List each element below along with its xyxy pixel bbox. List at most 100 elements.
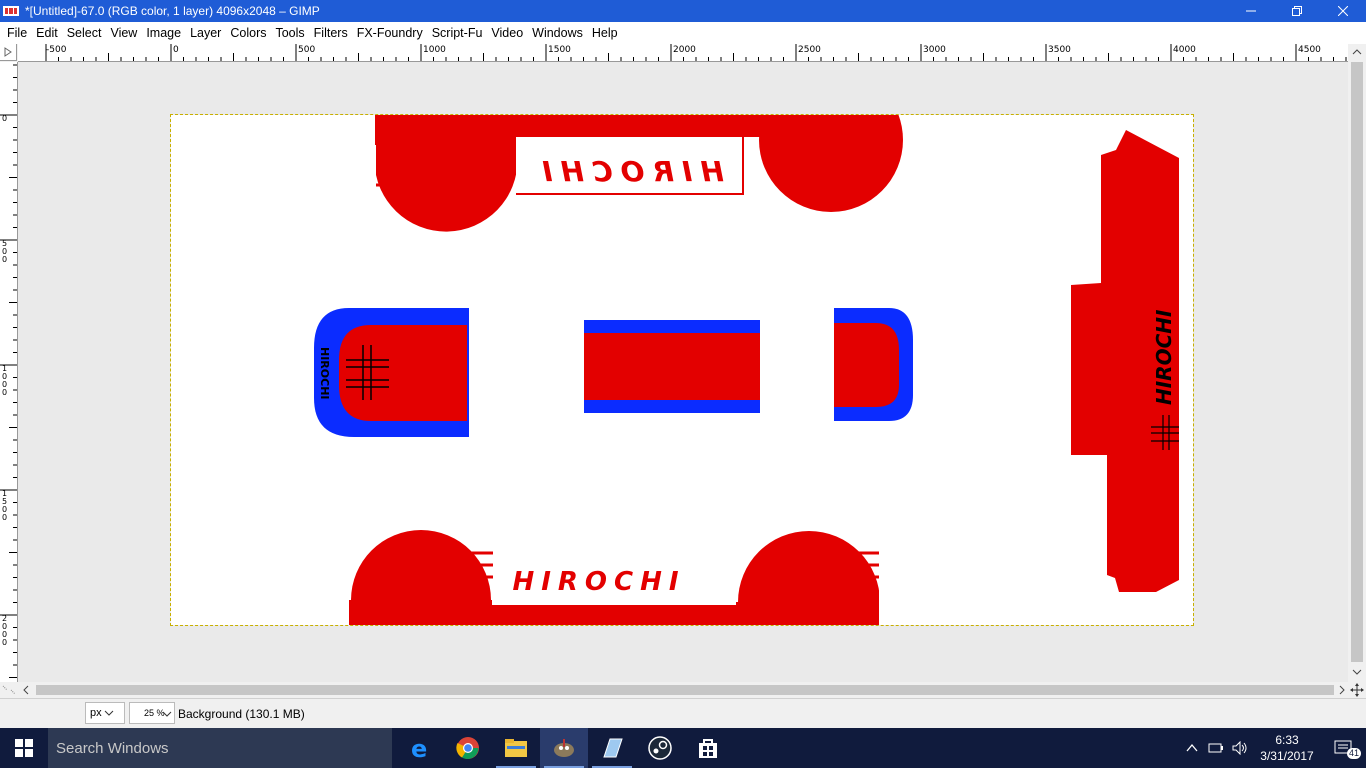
vruler-label: 1000 (2, 364, 8, 397)
hruler-label: 500 (298, 45, 316, 55)
restore-button[interactable] (1274, 0, 1320, 22)
zoom-select[interactable]: 25 % (129, 702, 175, 724)
hruler-label: 3000 (923, 45, 946, 55)
clock-time: 6:33 (1275, 733, 1299, 747)
battery-icon[interactable] (1204, 728, 1228, 768)
menu-bar: File Edit Select View Image Layer Colors… (0, 22, 1366, 44)
restore-icon (1292, 6, 1302, 16)
left-tab-panel: HIROCHI (314, 308, 469, 437)
search-box[interactable]: Search Windows (48, 728, 392, 768)
steam-icon (648, 736, 672, 760)
close-button[interactable] (1320, 0, 1366, 22)
taskbar-steam[interactable] (636, 728, 684, 768)
taskbar: Search Windows e 6:33 3/31/2017 41 (0, 728, 1366, 768)
vertical-scroll-thumb[interactable] (1351, 62, 1363, 662)
menu-tools[interactable]: Tools (271, 26, 309, 40)
vruler-label: 2000 (2, 614, 8, 647)
scroll-up-icon[interactable] (1348, 44, 1366, 60)
top-panel: HIROCHI (171, 115, 903, 235)
vertical-scrollbar[interactable] (1348, 44, 1366, 682)
hruler-label: 2500 (798, 45, 821, 55)
unit-select[interactable]: px (85, 702, 125, 724)
chevron-down-icon (162, 711, 172, 717)
svg-text:e: e (411, 736, 427, 760)
start-button[interactable] (0, 728, 48, 768)
horizontal-scrollbar[interactable] (18, 682, 1348, 698)
menu-help[interactable]: Help (588, 26, 623, 40)
clock-date: 3/31/2017 (1260, 749, 1314, 763)
small-brand-text: HIROCHI (318, 347, 331, 400)
center-panel (584, 320, 760, 413)
tray-expand-icon[interactable] (1180, 728, 1204, 768)
menu-view[interactable]: View (106, 26, 142, 40)
menu-file[interactable]: File (0, 26, 32, 40)
right-tab-panel (834, 308, 913, 421)
zoom-toggle-icon[interactable] (0, 682, 18, 698)
menu-filters[interactable]: Filters (310, 26, 353, 40)
title-bar: *[Untitled]-67.0 (RGB color, 1 layer) 40… (0, 0, 1366, 22)
menu-fx-foundry[interactable]: FX-Foundry (353, 26, 428, 40)
hruler-label: 4500 (1298, 45, 1321, 55)
navigate-icon[interactable] (1348, 682, 1366, 698)
menu-layer[interactable]: Layer (186, 26, 226, 40)
vruler-label: 0 (2, 114, 8, 123)
vruler-label: 500 (2, 239, 8, 264)
side-brand-text: HIROCHI (1152, 309, 1176, 405)
volume-icon[interactable] (1228, 728, 1252, 768)
texture-artwork: HIROCHI HIROCHI HIROCHI HIROCHI (171, 115, 1179, 625)
taskbar-notepad[interactable] (588, 728, 636, 768)
image-canvas[interactable]: HIROCHI HIROCHI HIROCHI HIROCHI (170, 114, 1194, 626)
menu-colors[interactable]: Colors (226, 26, 271, 40)
hruler-label: 1500 (548, 45, 571, 55)
hruler-label: -500 (46, 45, 67, 55)
notepad-icon (603, 738, 623, 758)
search-placeholder: Search Windows (56, 739, 169, 757)
taskbar-edge[interactable]: e (396, 728, 444, 768)
windows-logo-icon (15, 739, 33, 757)
minimize-icon (1246, 10, 1256, 12)
minimize-button[interactable] (1228, 0, 1274, 22)
hruler-label: 3500 (1048, 45, 1071, 55)
menu-video[interactable]: Video (487, 26, 528, 40)
edge-icon: e (411, 736, 427, 760)
canvas-area[interactable]: HIROCHI HIROCHI HIROCHI HIROCHI (18, 62, 1348, 682)
bottom-brand-text: HIROCHI (512, 567, 685, 597)
layer-info: Background (130.1 MB) (178, 707, 305, 721)
taskbar-chrome[interactable] (444, 728, 492, 768)
horizontal-scroll-thumb[interactable] (36, 685, 1334, 695)
scroll-down-icon[interactable] (1348, 664, 1366, 680)
menu-windows[interactable]: Windows (528, 26, 588, 40)
menu-select[interactable]: Select (63, 26, 107, 40)
menu-edit[interactable]: Edit (32, 26, 63, 40)
notification-count-badge: 41 (1347, 748, 1362, 759)
close-icon (1338, 6, 1348, 16)
top-brand-text: HIROCHI (534, 155, 724, 188)
chrome-icon (456, 737, 479, 759)
hruler-label: 2000 (673, 45, 696, 55)
hruler-label: 4000 (1173, 45, 1196, 55)
scroll-left-icon[interactable] (18, 682, 34, 698)
horizontal-ruler[interactable]: -500 0 500 1000 1500 2000 2500 3000 3500… (18, 44, 1348, 62)
unit-value: px (90, 707, 102, 719)
quick-mask-toggle[interactable] (0, 44, 17, 61)
system-tray: 6:33 3/31/2017 41 (1180, 728, 1366, 768)
chevron-down-icon (104, 710, 113, 716)
taskbar-store[interactable] (684, 728, 732, 768)
taskbar-file-explorer[interactable] (492, 728, 540, 768)
clock[interactable]: 6:33 3/31/2017 (1252, 732, 1322, 764)
file-explorer-icon (505, 739, 527, 757)
action-center-button[interactable]: 41 (1322, 728, 1366, 768)
store-icon (699, 739, 717, 758)
menu-image[interactable]: Image (142, 26, 186, 40)
vruler-label: 1500 (2, 489, 8, 522)
bottom-panel: HIROCHI (349, 530, 899, 625)
hruler-label: 1000 (423, 45, 446, 55)
status-bar: px 25 % Background (130.1 MB) (0, 698, 1366, 729)
gimp-app-icon (3, 6, 19, 16)
taskbar-gimp[interactable] (540, 728, 588, 768)
menu-script-fu[interactable]: Script-Fu (428, 26, 488, 40)
hruler-label: 0 (173, 45, 179, 55)
vertical-ruler[interactable]: 0 500 1000 1500 2000 (0, 62, 18, 682)
side-panel: HIROCHI (1071, 130, 1179, 592)
window-title: *[Untitled]-67.0 (RGB color, 1 layer) 40… (25, 4, 320, 18)
